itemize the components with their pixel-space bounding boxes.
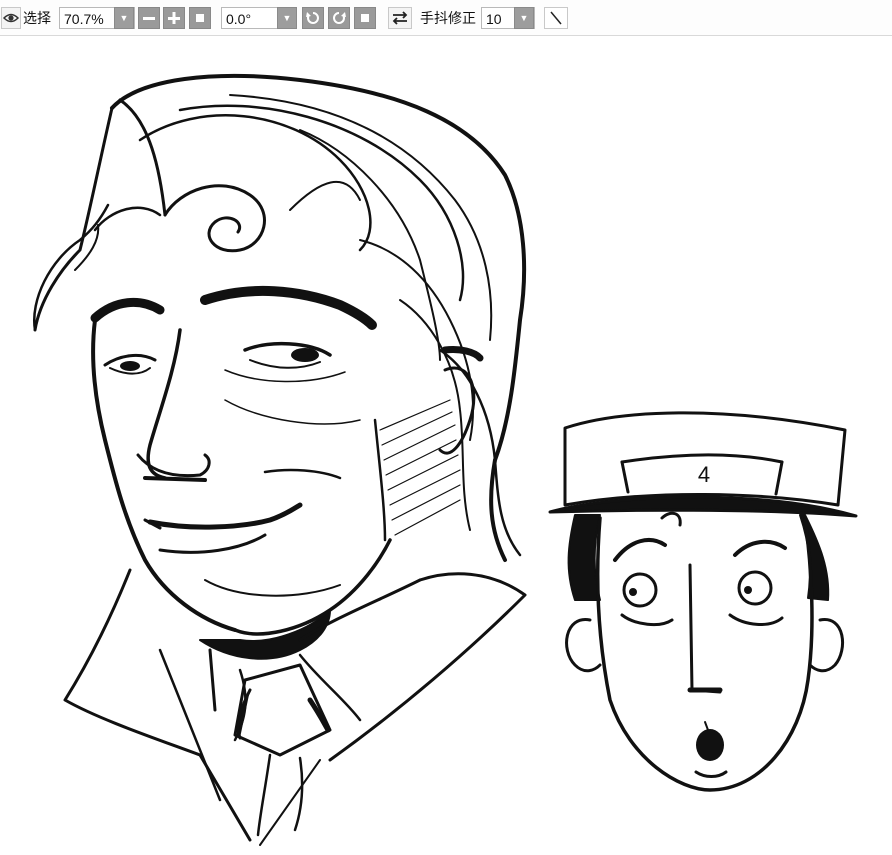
plus-icon[interactable] [163,7,185,29]
drawing-canvas[interactable]: 4 [0,36,892,855]
chevron-down-icon[interactable]: ▼ [277,7,297,29]
cap-number: 4 [698,462,710,487]
stabilizer-label: 手抖修正 [420,10,476,26]
toolbar: 选择 70.7% ▼ 0.0° ▼ 手抖修正 10 ▼ [0,0,892,36]
diagonal-line-icon[interactable] [544,7,568,29]
stabilizer-value: 10 [486,11,502,27]
sketch-artwork: 4 [32,73,858,846]
chevron-down-icon[interactable]: ▼ [114,7,134,29]
chevron-down-icon[interactable]: ▼ [514,7,534,29]
zoom-value: 70.7% [64,11,104,27]
eye-icon[interactable] [1,7,21,29]
rotation-value: 0.0° [226,11,252,27]
select-label[interactable]: 选择 [23,6,51,30]
rotate-right-icon[interactable] [328,7,350,29]
square-icon[interactable] [189,7,211,29]
square-icon[interactable] [354,7,376,29]
minus-icon[interactable] [138,7,160,29]
man-portrait [32,73,527,846]
rotate-left-icon[interactable] [302,7,324,29]
flip-horizontal-icon[interactable] [388,7,412,29]
